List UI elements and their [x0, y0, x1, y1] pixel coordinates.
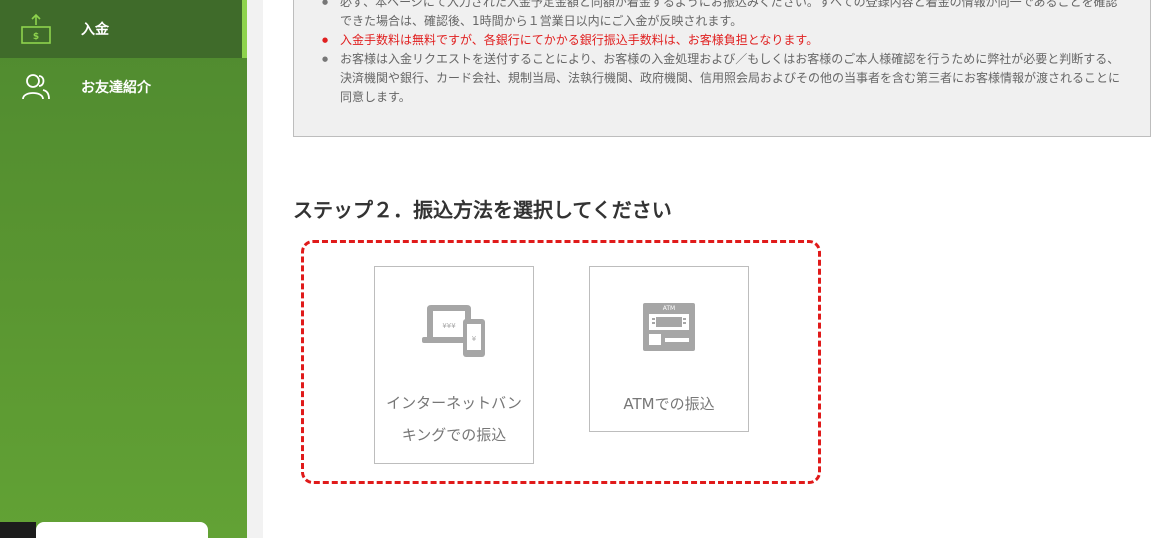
deposit-icon: $	[20, 13, 52, 45]
notice-item-fee: 入金手数料は無料ですが、各銀行にてかかる銀行振込手数料は、お客様負担となります。	[322, 31, 1122, 50]
sidebar-footer-dark	[0, 522, 36, 538]
sidebar: $ 入金 お友達紹介	[0, 0, 247, 538]
users-icon	[20, 71, 52, 103]
atm-transfer-label: ATMでの振込	[623, 395, 715, 413]
sidebar-item-label: 入金	[81, 22, 109, 38]
sidebar-item-referral[interactable]: お友達紹介	[0, 58, 247, 116]
sidebar-footer-panel	[36, 522, 208, 538]
step2-title: ステップ２．振込方法を選択してください	[293, 198, 672, 222]
svg-text:ATM: ATM	[663, 305, 675, 312]
notice-list: 必ず、本ページにて入力された入金予定金額と同額が着金するようにお振込みください。…	[322, 0, 1122, 107]
atm-icon: ATM	[641, 301, 697, 357]
svg-text:¥: ¥	[472, 335, 477, 343]
notice-item: お客様は入金リクエストを送付することにより、お客様の入金処理および／もしくはお客…	[322, 50, 1122, 107]
atm-transfer-button[interactable]: ATM ATMでの振込	[589, 266, 749, 432]
gutter	[247, 0, 263, 538]
svg-text:$: $	[33, 32, 39, 42]
sidebar-item-deposit[interactable]: $ 入金	[0, 0, 247, 58]
online-banking-icon: ¥¥¥ ¥	[419, 301, 489, 365]
internet-banking-button[interactable]: ¥¥¥ ¥ インターネットバン キングでの振込	[374, 266, 534, 464]
notice-box: 必ず、本ページにて入力された入金予定金額と同額が着金するようにお振込みください。…	[293, 0, 1151, 137]
sidebar-item-label: お友達紹介	[81, 80, 151, 96]
notice-item: 必ず、本ページにて入力された入金予定金額と同額が着金するようにお振込みください。…	[322, 0, 1122, 31]
main-content: 必ず、本ページにて入力された入金予定金額と同額が着金するようにお振込みください。…	[263, 0, 1152, 538]
svg-text:¥¥¥: ¥¥¥	[442, 322, 456, 330]
label-line-1: インターネットバン	[386, 394, 522, 412]
label-line-2: キングでの振込	[401, 426, 507, 444]
internet-banking-label: インターネットバン キングでの振込	[375, 387, 533, 451]
